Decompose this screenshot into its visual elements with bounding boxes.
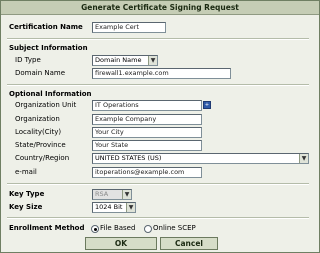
key-type-value: RSA — [95, 190, 109, 198]
chevron-down-icon[interactable]: ▼ — [299, 154, 308, 163]
cancel-button[interactable]: Cancel — [160, 237, 218, 250]
country-select[interactable]: UNITED STATES (US) ▼ — [92, 153, 309, 164]
organization-input[interactable]: Example Company — [92, 114, 202, 125]
chevron-down-icon[interactable]: ▼ — [126, 203, 135, 212]
domain-name-input[interactable]: firewall1.example.com — [92, 68, 231, 79]
id-type-label: ID Type — [15, 56, 41, 64]
organization-unit-input[interactable]: IT Operations — [92, 100, 202, 111]
id-type-value: Domain Name — [95, 56, 142, 64]
organization-unit-label: Organization Unit — [15, 101, 77, 109]
key-type-select[interactable]: RSA ▼ — [92, 189, 132, 200]
file-based-label[interactable]: File Based — [100, 224, 135, 233]
email-input[interactable]: itoperations@example.com — [92, 167, 202, 178]
organization-label: Organization — [15, 115, 60, 123]
certification-name-label: Certification Name — [9, 23, 83, 31]
divider — [7, 217, 309, 219]
online-scep-radio[interactable] — [144, 225, 152, 233]
country-label: Country/Region — [15, 154, 70, 162]
id-type-select[interactable]: Domain Name ▼ — [92, 55, 158, 66]
country-value: UNITED STATES (US) — [95, 154, 162, 162]
divider — [7, 84, 309, 86]
chevron-down-icon[interactable]: ▼ — [148, 56, 157, 65]
state-label: State/Province — [15, 141, 66, 149]
ok-button[interactable]: OK — [85, 237, 157, 250]
key-size-select[interactable]: 1024 Bit ▼ — [92, 202, 136, 213]
dialog-title: Generate Certificate Signing Request — [1, 1, 319, 15]
divider — [7, 183, 309, 185]
file-based-radio[interactable] — [91, 225, 99, 233]
locality-label: Locality(City) — [15, 128, 62, 136]
locality-input[interactable]: Your City — [92, 127, 202, 138]
subject-information-heading: Subject Information — [9, 44, 88, 52]
csr-dialog: Generate Certificate Signing Request Cer… — [0, 0, 320, 253]
state-input[interactable]: Your State — [92, 140, 202, 151]
enrollment-method-label: Enrollment Method — [9, 224, 85, 232]
online-scep-label[interactable]: Online SCEP — [153, 224, 196, 233]
domain-name-label: Domain Name — [15, 69, 66, 77]
email-label: e-mail — [15, 168, 37, 176]
key-type-label: Key Type — [9, 190, 45, 198]
key-size-value: 1024 Bit — [95, 203, 123, 211]
optional-information-heading: Optional Information — [9, 90, 92, 98]
chevron-down-icon[interactable]: ▼ — [122, 190, 131, 199]
divider — [7, 38, 309, 40]
plus-icon[interactable]: + — [203, 101, 211, 109]
certification-name-input[interactable]: Example Cert — [92, 22, 166, 33]
key-size-label: Key Size — [9, 203, 43, 211]
